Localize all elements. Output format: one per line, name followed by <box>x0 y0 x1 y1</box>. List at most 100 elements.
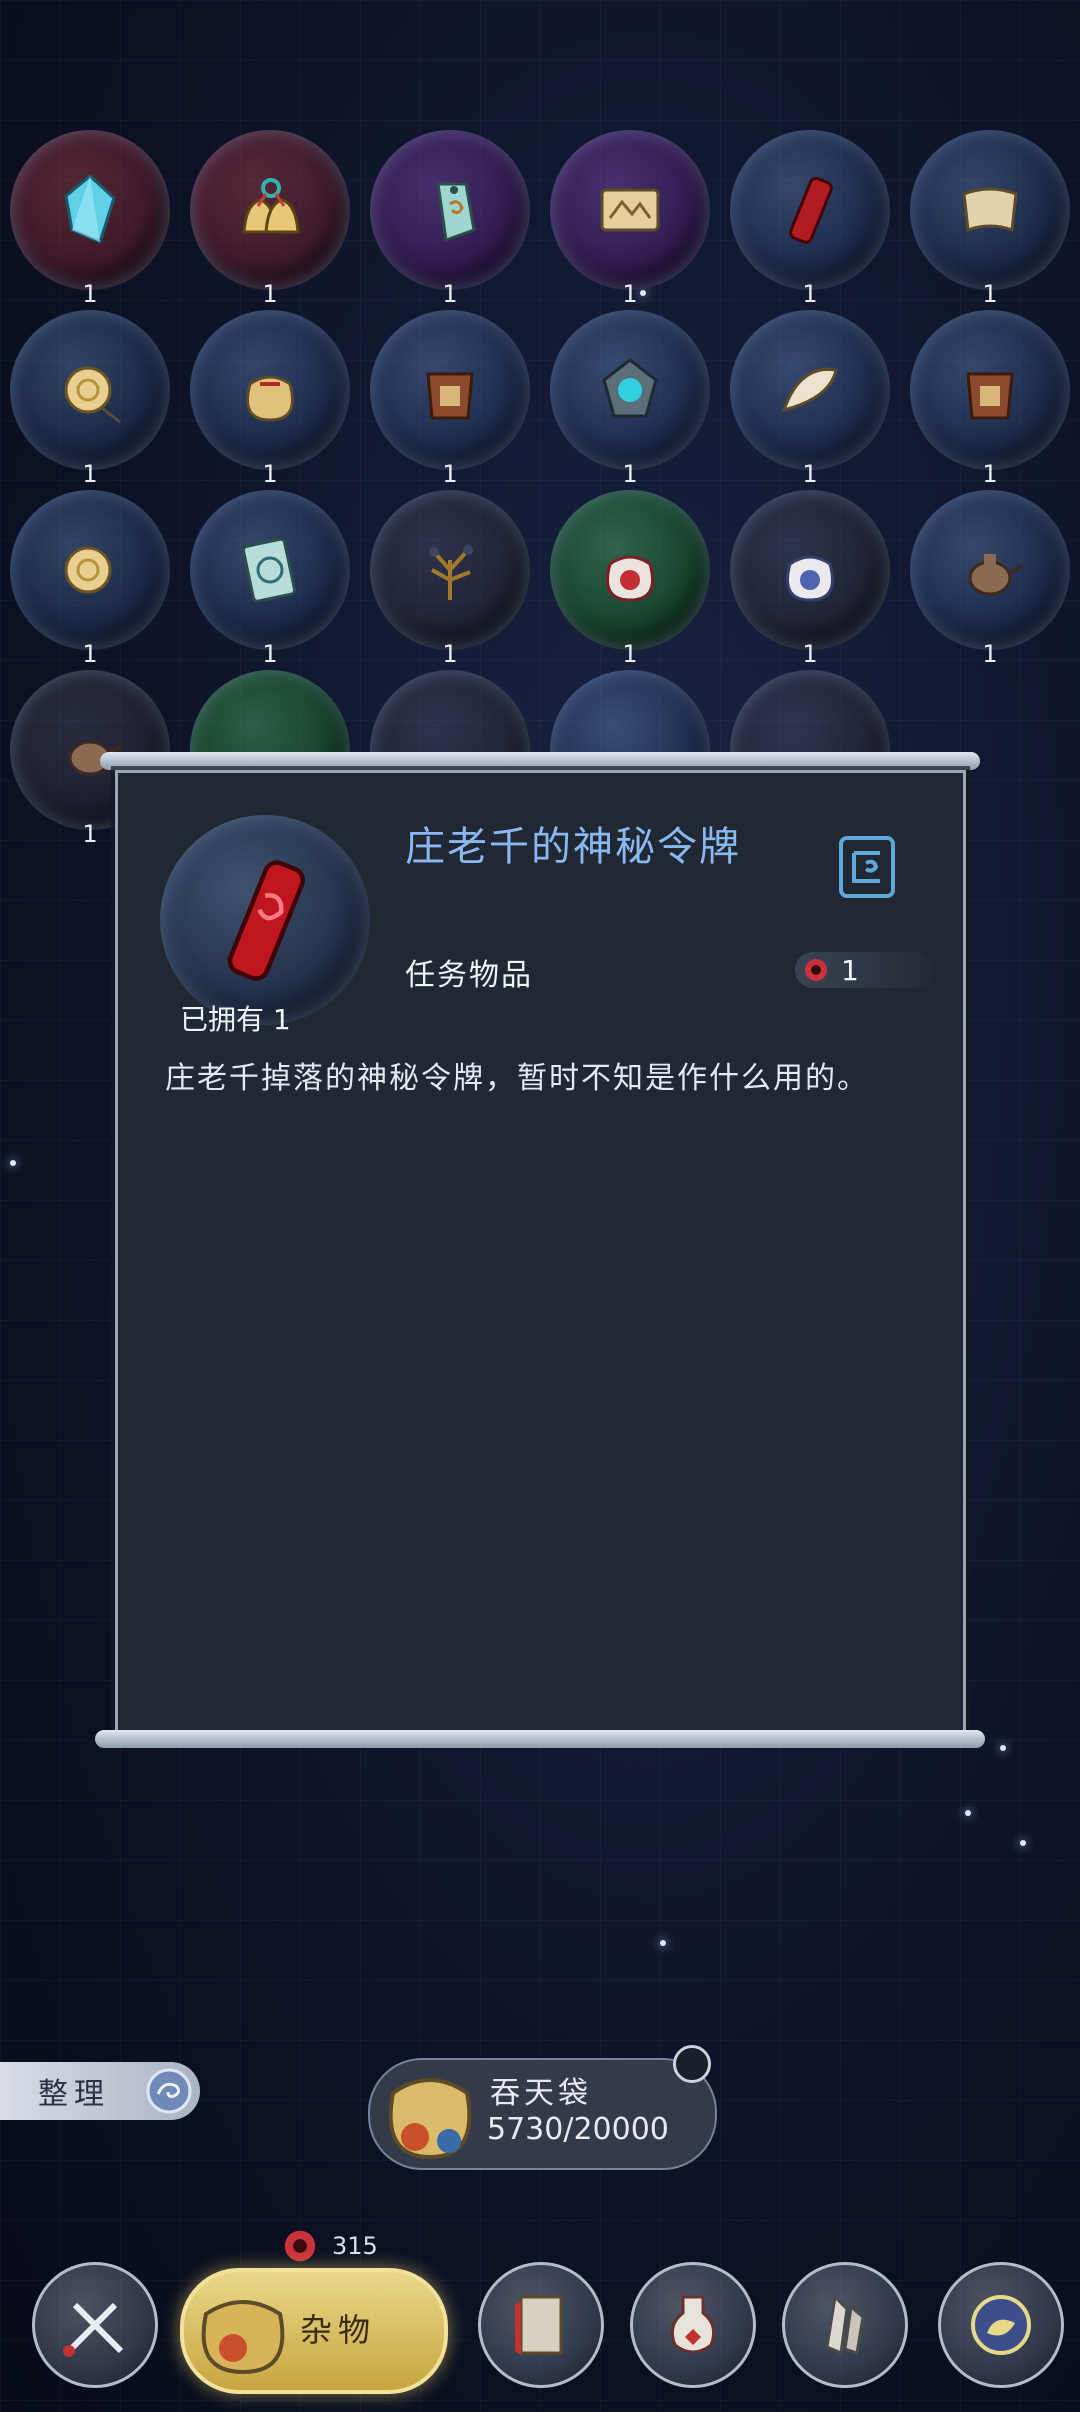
bells-icon <box>242 178 300 234</box>
item-count: 1 <box>982 460 998 488</box>
jade-pendant-icon <box>64 366 121 424</box>
inventory-slot[interactable]: 1 <box>370 130 530 310</box>
red-token-icon <box>789 176 833 244</box>
inventory-slot[interactable]: 1 <box>910 130 1070 310</box>
tab-materials[interactable] <box>782 2262 908 2388</box>
star <box>1000 1745 1006 1751</box>
amulet-icon <box>602 358 658 418</box>
sort-label: 整理 <box>38 2077 110 2112</box>
inventory-slot[interactable]: 1 <box>550 310 710 490</box>
item-count: 1 <box>262 460 278 488</box>
bag-name: 吞天袋 <box>490 2076 592 2111</box>
inventory-slot[interactable]: 1 <box>730 310 890 490</box>
currency-amount: 315 <box>332 2232 378 2260</box>
item-value: 1 <box>795 952 933 988</box>
star <box>1020 1840 1026 1846</box>
item-orb <box>730 490 890 650</box>
item-orb <box>730 130 890 290</box>
item-count: 1 <box>622 640 638 668</box>
moon-swirl-icon <box>971 2295 1031 2355</box>
wine-jar-icon <box>966 372 1014 420</box>
item-count: 1 <box>802 640 818 668</box>
item-count: 1 <box>82 460 98 488</box>
item-orb <box>730 310 890 470</box>
inventory-slot[interactable]: 1 <box>190 310 350 490</box>
tag-talisman-icon <box>436 182 476 243</box>
item-count: 1 <box>262 640 278 668</box>
herb-icon <box>429 545 473 600</box>
star <box>10 1160 16 1166</box>
swirl-icon <box>146 2068 192 2114</box>
panel-bottom-rod <box>95 1730 985 1748</box>
item-orb <box>910 490 1070 650</box>
item-count: 1 <box>982 280 998 308</box>
item-orb <box>10 490 170 650</box>
item-value-text: 1 <box>841 953 859 987</box>
star <box>660 1940 666 1946</box>
item-orb <box>10 130 170 290</box>
item-count: 1 <box>802 280 818 308</box>
item-orb <box>190 130 350 290</box>
pouch-icon <box>246 375 294 422</box>
inventory-slot[interactable]: 1 <box>550 490 710 670</box>
inventory-slot[interactable]: 1 <box>910 310 1070 490</box>
item-count: 1 <box>982 640 998 668</box>
seal-icon[interactable] <box>838 835 896 899</box>
blue-pouch-icon <box>786 555 834 602</box>
wine-jar-icon <box>426 372 474 420</box>
swords-icon <box>63 2302 124 2357</box>
conch-icon <box>781 367 838 413</box>
inventory-slot[interactable]: 1 <box>730 490 890 670</box>
tab-misc-label: 杂物 <box>300 2311 377 2349</box>
sort-button[interactable]: 整理 <box>0 2062 200 2120</box>
item-count: 1 <box>82 640 98 668</box>
item-orb <box>370 490 530 650</box>
teapot-icon <box>968 554 1023 596</box>
potion-icon <box>670 2295 716 2354</box>
inventory-slot[interactable]: 1 <box>190 490 350 670</box>
crystal-icon <box>64 174 116 245</box>
inventory-slot[interactable]: 1 <box>10 310 170 490</box>
item-orb <box>550 310 710 470</box>
star <box>965 1810 971 1816</box>
inventory-slot[interactable]: 1 <box>370 310 530 490</box>
map-scroll-icon <box>600 188 660 232</box>
inventory-slot[interactable]: 1 <box>910 490 1070 670</box>
tab-weapons[interactable] <box>32 2262 158 2388</box>
book-icon <box>515 2295 563 2355</box>
refresh-icon[interactable] <box>673 2045 711 2083</box>
inventory-slot[interactable]: 1 <box>730 130 890 310</box>
inventory-slot[interactable]: 1 <box>190 130 350 310</box>
inventory-slot[interactable]: 1 <box>370 490 530 670</box>
red-token-icon <box>227 860 306 981</box>
item-count: 1 <box>622 280 638 308</box>
item-description: 庄老千掉落的神秘令牌，暂时不知是作什么用的。 <box>165 1061 869 1096</box>
red-pouch-icon <box>606 555 654 602</box>
item-orb <box>190 490 350 650</box>
bag-icon <box>388 2078 472 2160</box>
item-orb <box>370 130 530 290</box>
owned-count: 已拥有 1 <box>180 1003 291 1036</box>
item-orb <box>910 310 1070 470</box>
crystals-icon <box>825 2293 865 2356</box>
item-orb <box>910 130 1070 290</box>
item-orb <box>370 310 530 470</box>
inventory-slot[interactable]: 1 <box>550 130 710 310</box>
rain-talisman-icon <box>241 537 297 603</box>
item-count: 1 <box>442 460 458 488</box>
item-count: 1 <box>442 280 458 308</box>
jade-pendant-icon <box>64 546 112 594</box>
item-count: 1 <box>622 460 638 488</box>
item-category: 任务物品 <box>405 958 533 993</box>
item-orb <box>190 310 350 470</box>
sack-icon <box>201 2300 285 2375</box>
currency-display: 315 <box>282 2228 378 2264</box>
red-coin-icon <box>805 959 827 981</box>
tab-special[interactable] <box>938 2262 1064 2388</box>
inventory-slot[interactable]: 1 <box>10 130 170 310</box>
tab-potions[interactable] <box>630 2262 756 2388</box>
tab-books[interactable] <box>478 2262 604 2388</box>
inventory-slot[interactable]: 1 <box>10 490 170 670</box>
item-orb <box>550 490 710 650</box>
red-coin-icon <box>284 2230 316 2262</box>
